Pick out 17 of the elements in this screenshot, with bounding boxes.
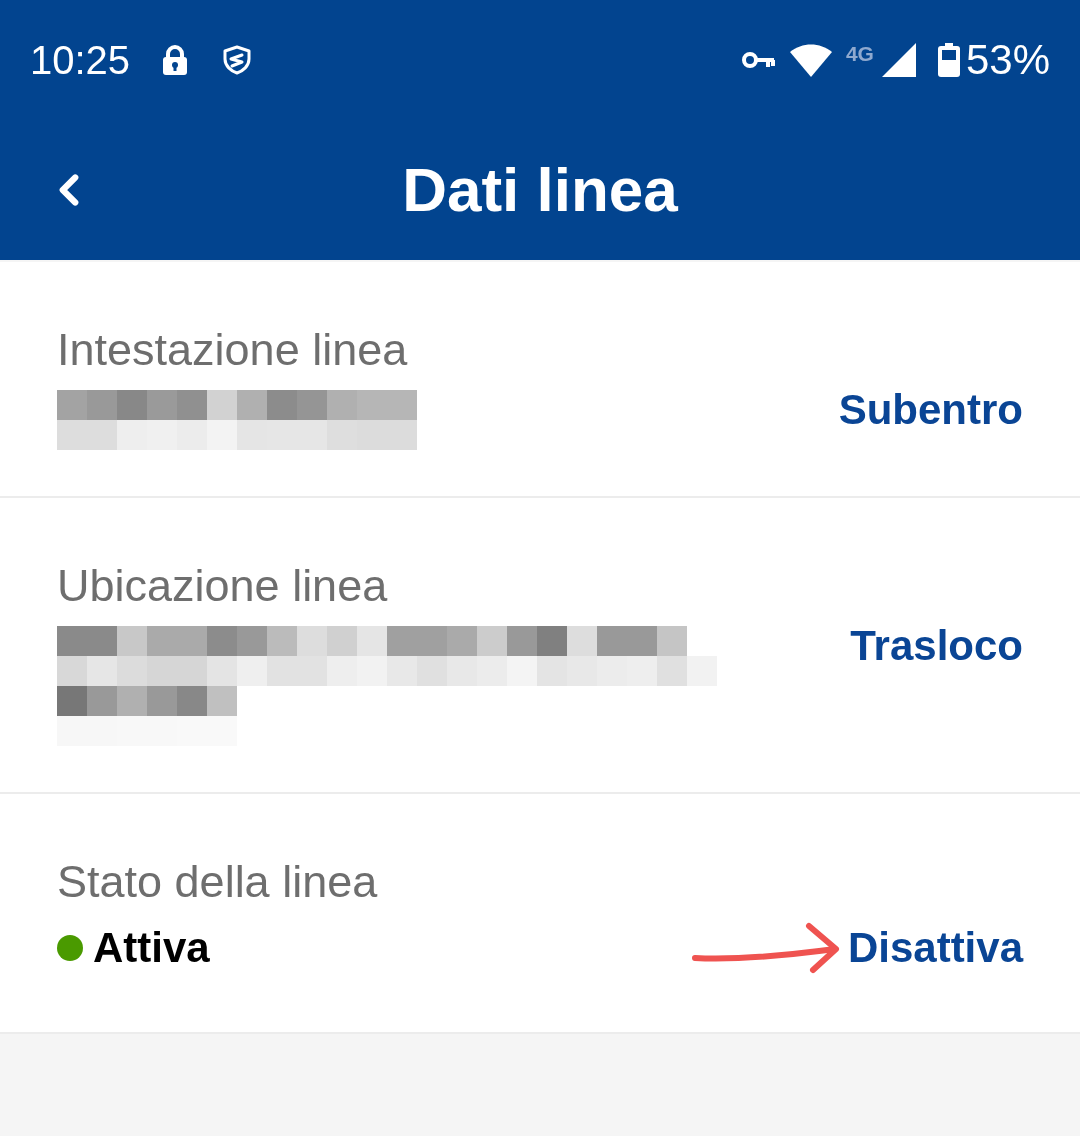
battery-icon — [937, 43, 960, 77]
signal-icon — [881, 43, 916, 77]
wifi-icon — [789, 43, 832, 77]
status-text: Attiva — [93, 924, 210, 972]
action-link[interactable]: Subentro — [838, 386, 1023, 434]
lock-icon — [162, 45, 189, 75]
action-link[interactable]: Trasloco — [850, 622, 1023, 670]
action-link[interactable]: Disattiva — [847, 924, 1023, 972]
network-type-text: 4G — [845, 43, 874, 64]
clock-text: 10:25 — [30, 40, 131, 80]
field-label: Ubicazione linea — [57, 562, 389, 610]
field-label: Stato della linea — [57, 858, 379, 906]
key-icon — [741, 51, 776, 69]
page-title: Dati linea — [402, 159, 678, 221]
battery-text: 53% — [965, 39, 1050, 81]
field-label: Intestazione linea — [57, 326, 409, 374]
shield-icon — [222, 45, 253, 75]
